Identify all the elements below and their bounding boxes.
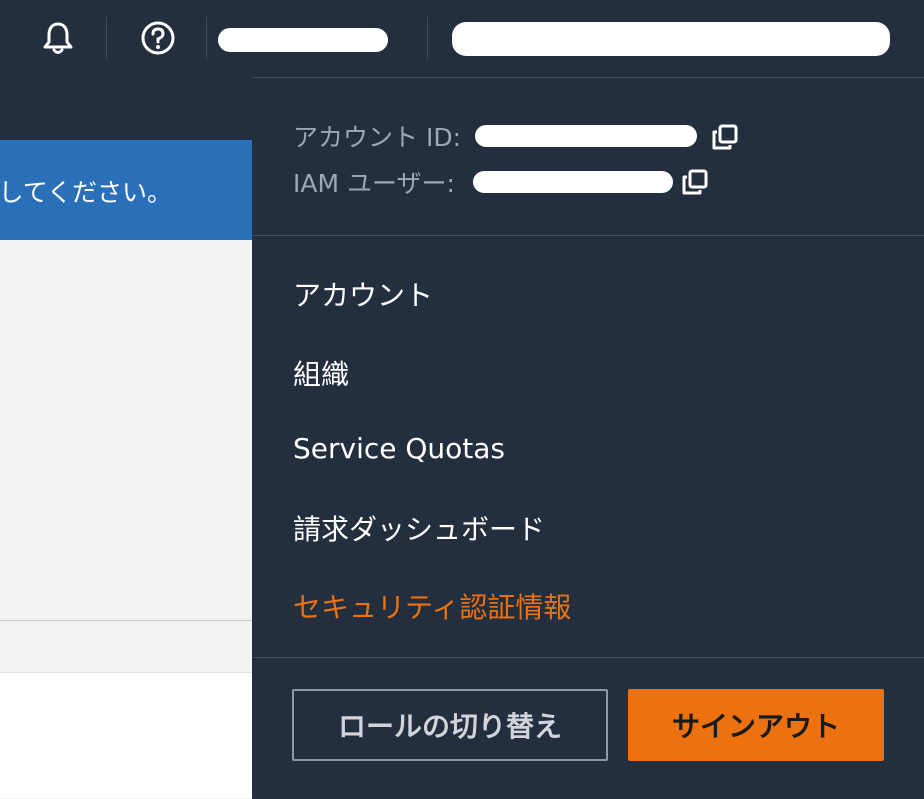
region-selector-redacted[interactable] xyxy=(218,28,388,52)
question-circle-icon[interactable] xyxy=(138,18,178,58)
menu-item-service-quotas[interactable]: Service Quotas xyxy=(293,432,505,465)
info-banner-text: してください。 xyxy=(0,178,172,207)
account-id-value-redacted xyxy=(475,125,697,147)
info-banner: してください。 xyxy=(0,140,252,240)
sign-out-button[interactable]: サインアウト xyxy=(628,689,884,761)
menu-item-billing-dashboard[interactable]: 請求ダッシュボード xyxy=(293,508,545,548)
iam-user-label: IAM ユーザー: xyxy=(293,169,455,198)
nav-separator xyxy=(206,17,207,59)
menu-divider xyxy=(252,657,924,658)
iam-user-value-redacted xyxy=(473,171,673,193)
account-id-label: アカウント ID: xyxy=(293,123,461,152)
menu-item-account[interactable]: アカウント xyxy=(293,274,433,314)
copy-icon[interactable] xyxy=(711,123,739,157)
menu-divider xyxy=(252,235,924,236)
page-content xyxy=(0,240,252,620)
nav-separator xyxy=(106,17,107,59)
copy-icon[interactable] xyxy=(681,168,709,202)
top-navigation-bar xyxy=(0,0,924,77)
nav-separator xyxy=(427,17,428,59)
menu-item-organization[interactable]: 組織 xyxy=(293,353,349,393)
service-subbar xyxy=(0,77,252,140)
switch-role-button[interactable]: ロールの切り替え xyxy=(292,689,608,761)
panel-header xyxy=(0,621,252,673)
panel-body xyxy=(0,673,252,798)
menu-item-security-credentials[interactable]: セキュリティ認証情報 xyxy=(293,586,571,626)
bell-icon[interactable] xyxy=(38,18,78,58)
account-menu-trigger-redacted[interactable] xyxy=(452,22,890,56)
account-dropdown-menu: アカウント ID: IAM ユーザー: アカウント 組織 Service Quo… xyxy=(252,77,924,799)
